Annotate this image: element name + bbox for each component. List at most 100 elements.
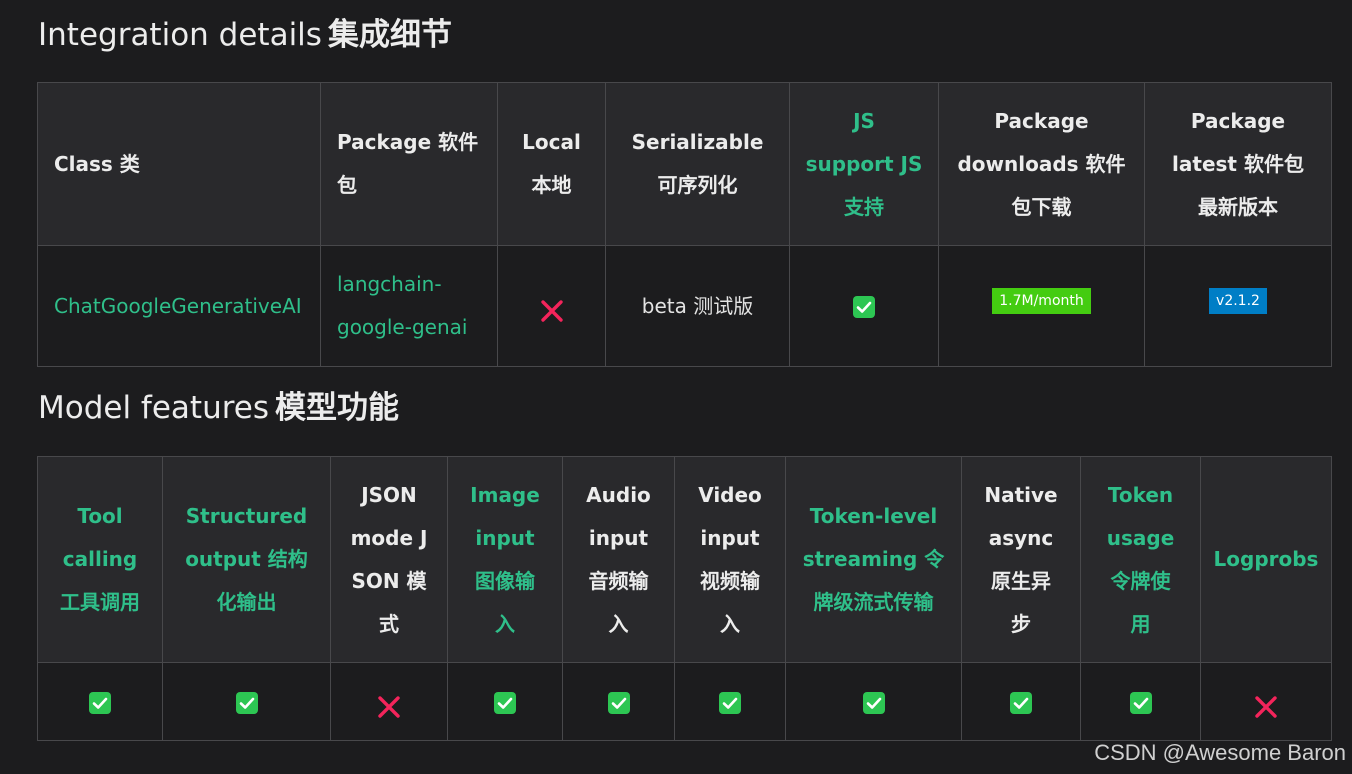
package-cell: langchain-google-genai [320,245,498,367]
check-icon [607,691,630,714]
integration-details-table: Class 类 Package 软件包 Local 本地 Serializable 可序列… [37,82,1332,367]
header-line: Logprobs [1213,547,1319,571]
package-line-2: google-genai [337,315,468,339]
header-line: Local [522,130,581,154]
header-line: 音频输 [588,568,649,593]
header-line: 化输出 [216,590,277,614]
package-link[interactable]: langchain-google-genai [337,272,467,339]
header-line: input [700,525,760,550]
header-line: 图像输 [475,568,535,593]
header-line: 式 [379,611,399,636]
integration-title-cn: 集成细节 [327,17,452,53]
feature-header-3[interactable]: Image input 图像输入 [447,456,563,663]
integration-header-2: Local 本地 [497,82,606,246]
header-line: 视频输 [700,568,760,593]
check-icon [1010,691,1032,714]
header-line: 可序列化 [657,173,738,197]
header-line: Package [994,108,1089,133]
integration-header-6: Package latest 软件包 最新版本 [1144,82,1332,246]
feature-value-8 [1080,662,1201,741]
header-line: 入 [720,611,740,636]
header-line[interactable]: support JS [802,143,926,186]
features-title-en: Model features [38,390,270,426]
integration-data-row: ChatGoogleGenerativeAI langchain-google-… [37,245,1332,367]
integration-header-1: Package 软件包 [320,82,498,246]
serializable-value: beta 测试版 [641,293,754,318]
header-line: 工具调用 [60,590,140,614]
header-line: latest 软件包 [1172,151,1304,176]
check-icon [853,296,875,318]
features-data-row [37,662,1332,741]
feature-value-4 [562,662,675,741]
check-icon [494,691,516,714]
header-line[interactable]: JS [802,100,926,143]
header-line: Package [1190,108,1286,133]
integration-header-5: Package downloads 软件 包下载 [938,82,1145,246]
feature-header-5: Video input 视频输入 [674,456,786,663]
header-line: async [988,525,1054,550]
feature-header-2: JSON mode J SON 模式 [330,456,448,663]
csdn-watermark: CSDN @Awesome Baron [1094,740,1346,765]
feature-header-8[interactable]: Token usage 令牌使用 [1080,456,1201,663]
class-name-link[interactable]: ChatGoogleGenerativeAI [54,294,302,318]
header-line: 用 [1130,611,1151,636]
header-line: input [475,525,535,550]
header-line: input [588,525,649,550]
header-line: usage [1106,525,1175,550]
feature-header-1[interactable]: Structured output 结构 化输出 [162,456,331,663]
features-header-row: Tool calling 工具调用 Structured output 结构 化输出 JSO… [37,456,1332,663]
header-line: 入 [608,611,629,636]
integration-header-0: Class 类 [37,82,321,246]
feature-header-4: Audio input 音频输入 [562,456,675,663]
header-line: SON 模 [351,568,427,593]
check-icon [862,691,885,714]
header-line: Structured [185,504,308,528]
header-line: 包下载 [1011,194,1072,219]
feature-value-6 [785,662,962,741]
header-line: Class 类 [54,151,140,176]
header-line: downloads 软件 [957,151,1126,176]
model-features-table: Tool calling 工具调用 Structured output 结构 化输出 JSO… [37,456,1332,741]
header-line[interactable]: 支持 [802,186,926,229]
header-line: 原生异 [991,568,1051,593]
header-line: 令牌使 [1110,568,1171,593]
header-line: Tool [77,504,123,528]
check-icon [1129,691,1152,714]
cross-icon [540,295,564,322]
header-line: Video [698,482,762,507]
local-cell [497,245,606,367]
check-icon [719,691,741,714]
header-line: 入 [495,611,515,636]
feature-header-7: Native async 原生异步 [961,456,1081,663]
package-line-1: langchain- [337,272,442,296]
model-features-heading: Model features 模型功能 [38,393,399,424]
header-line: calling [62,547,138,571]
downloads-cell: 1.7M/month [938,245,1145,367]
feature-value-5 [674,662,786,741]
header-line: Audio [586,482,651,507]
cross-icon [377,691,401,718]
header-line: 本地 [531,173,572,197]
version-cell: v2.1.2 [1144,245,1332,367]
feature-header-0[interactable]: Tool calling 工具调用 [37,456,163,663]
downloads-badge[interactable]: 1.7M/month [992,288,1091,314]
serializable-cell: beta 测试版 [605,245,790,367]
js-support-cell [789,245,939,367]
integration-title-en: Integration details [38,17,322,53]
header-line: streaming 令 [802,547,945,571]
feature-value-2 [330,662,448,741]
feature-header-6[interactable]: Token-level streaming 令牌级流式传输 [785,456,962,663]
feature-value-7 [961,662,1081,741]
header-line: Token-level [809,504,938,528]
version-badge[interactable]: v2.1.2 [1209,288,1267,314]
integration-header-3: Serializable 可序列化 [605,82,790,246]
feature-header-9[interactable]: Logprobs [1200,456,1332,663]
feature-value-3 [447,662,563,741]
integration-details-heading: Integration details 集成细节 [38,20,452,51]
integration-header-row: Class 类 Package 软件包 Local 本地 Serializable 可序列… [37,82,1332,246]
cross-icon [1254,691,1278,718]
header-line: 步 [1011,611,1031,636]
class-cell: ChatGoogleGenerativeAI [37,245,321,367]
integration-header-4: JS support JS 支持 [789,82,939,246]
header-line: mode J [350,525,428,550]
